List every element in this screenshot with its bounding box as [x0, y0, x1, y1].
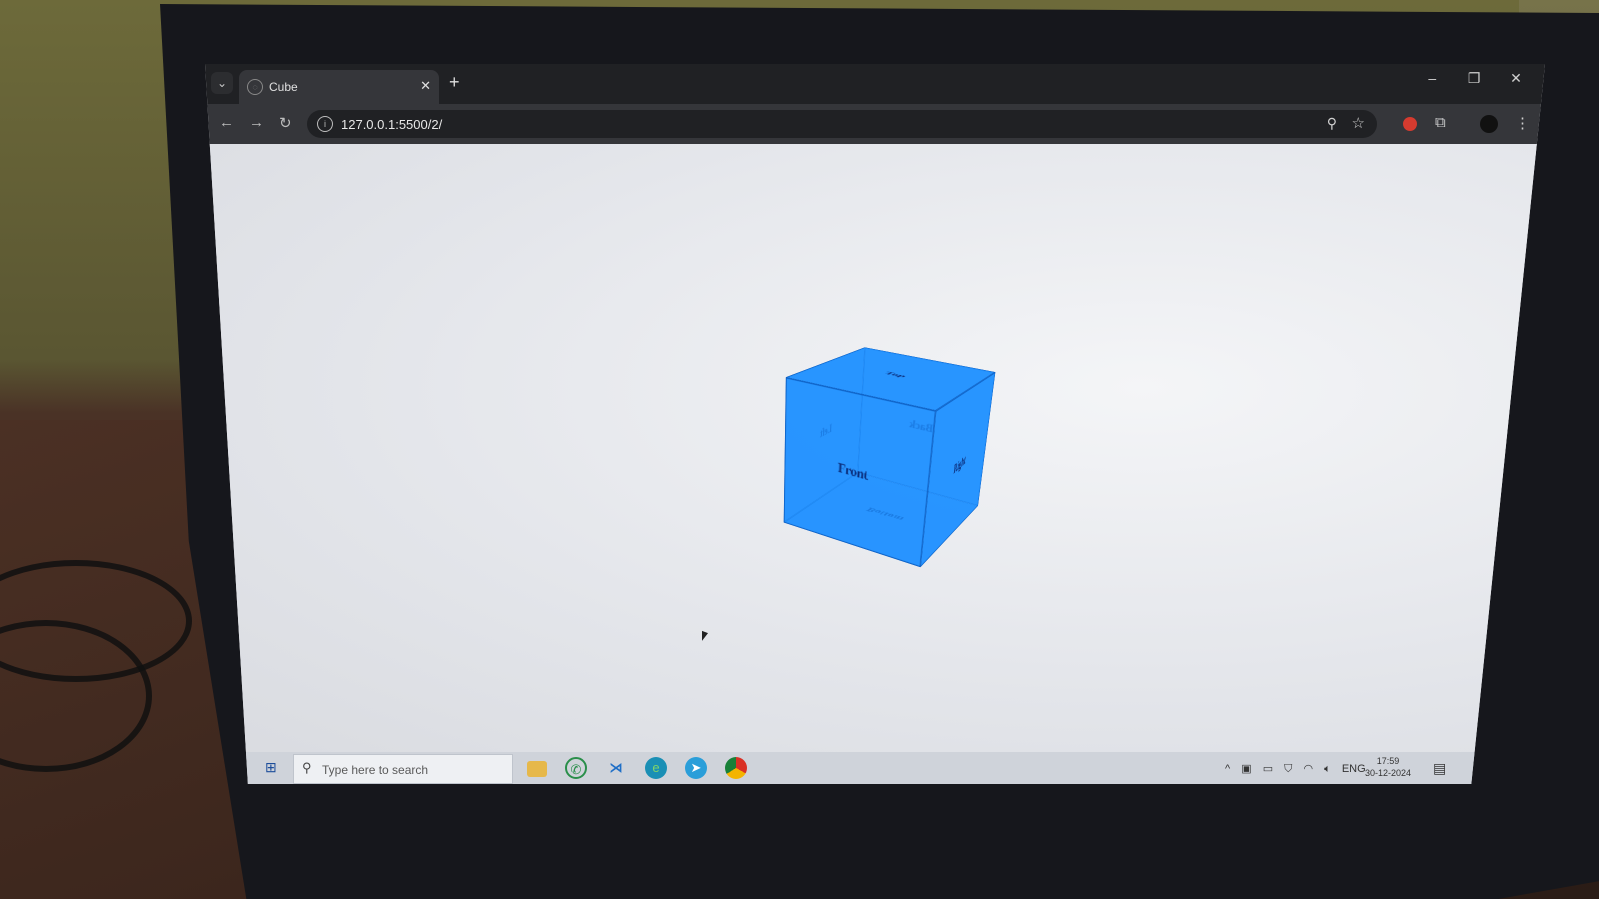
site-info-icon[interactable]: i: [317, 116, 333, 132]
taskbar-clock[interactable]: 17:59 30-12-2024: [1365, 755, 1411, 779]
vscode-icon[interactable]: ⋊: [605, 757, 627, 779]
windows-start-icon[interactable]: ⊞: [265, 759, 277, 776]
close-tab-icon[interactable]: ✕: [420, 78, 431, 94]
puzzle-extensions-icon[interactable]: ⧉: [1435, 114, 1446, 131]
display-icon[interactable]: ▣: [1241, 763, 1251, 775]
reload-icon[interactable]: ↻: [279, 114, 292, 132]
window-controls: – ❐ ✕: [1413, 70, 1535, 87]
search-icon: ⚲: [302, 760, 312, 776]
forward-arrow-icon[interactable]: →: [249, 114, 264, 131]
shield-icon[interactable]: ⛉: [1284, 763, 1292, 775]
address-bar[interactable]: i 127.0.0.1:5500/2/ ⚲ ☆: [307, 110, 1377, 138]
edge-icon[interactable]: e: [645, 757, 667, 779]
extension-icon[interactable]: [1403, 117, 1417, 131]
telegram-icon[interactable]: ➤: [685, 757, 707, 779]
battery-icon[interactable]: ▭: [1263, 763, 1273, 775]
mouse-pointer-icon: [702, 631, 708, 643]
minimize-icon[interactable]: –: [1413, 70, 1451, 86]
back-arrow-icon[interactable]: ←: [219, 114, 234, 131]
profile-avatar[interactable]: [1480, 115, 1498, 133]
wifi-icon[interactable]: ◠: [1303, 763, 1313, 775]
cube-3d: Front Back Right Left Top Bottom: [824, 361, 969, 534]
close-window-icon[interactable]: ✕: [1497, 70, 1535, 87]
clock-date: 30-12-2024: [1365, 767, 1411, 779]
chrome-icon[interactable]: [725, 757, 747, 779]
tab-list-icon[interactable]: ⌄: [211, 72, 233, 94]
language-indicator[interactable]: ENG: [1342, 763, 1366, 775]
laptop-screen: ⌄ ◌ Cube ✕ + – ❐ ✕ ← → ↻ i 127.0.0.1:550…: [205, 64, 1545, 784]
browser-tab-bar: ⌄ ◌ Cube ✕ + – ❐ ✕: [205, 64, 1545, 104]
file-explorer-icon[interactable]: [527, 761, 547, 777]
browser-toolbar: ← → ↻ i 127.0.0.1:5500/2/ ⚲ ☆ ⧉ ⋮: [205, 104, 1545, 144]
zoom-icon[interactable]: ⚲: [1327, 115, 1337, 132]
windows-taskbar: ⊞ ⚲ Type here to search ✆ ⋊ e ➤ ^ ▣ ▭ ⛉ …: [205, 752, 1545, 784]
new-tab-button[interactable]: +: [449, 72, 460, 93]
url-text[interactable]: 127.0.0.1:5500/2/: [341, 117, 442, 132]
search-placeholder[interactable]: Type here to search: [322, 763, 428, 777]
bookmark-star-icon[interactable]: ☆: [1352, 114, 1365, 132]
notification-icon[interactable]: ▤: [1433, 760, 1446, 777]
globe-icon: ◌: [247, 79, 263, 95]
tab-title: Cube: [269, 80, 298, 94]
web-page-content: Front Back Right Left Top Bottom: [205, 144, 1545, 752]
whatsapp-icon[interactable]: ✆: [565, 757, 587, 779]
system-tray: ^ ▣ ▭ ⛉ ◠ 🔈︎ ENG: [1225, 762, 1374, 776]
chevron-up-icon[interactable]: ^: [1225, 763, 1230, 775]
volume-icon[interactable]: 🔈︎: [1324, 763, 1331, 775]
taskbar-search-box[interactable]: ⚲ Type here to search: [293, 754, 513, 784]
kebab-menu-icon[interactable]: ⋮: [1515, 114, 1530, 132]
maximize-icon[interactable]: ❐: [1455, 70, 1493, 87]
tab-cube[interactable]: ◌ Cube ✕: [239, 70, 439, 104]
clock-time: 17:59: [1365, 755, 1411, 767]
